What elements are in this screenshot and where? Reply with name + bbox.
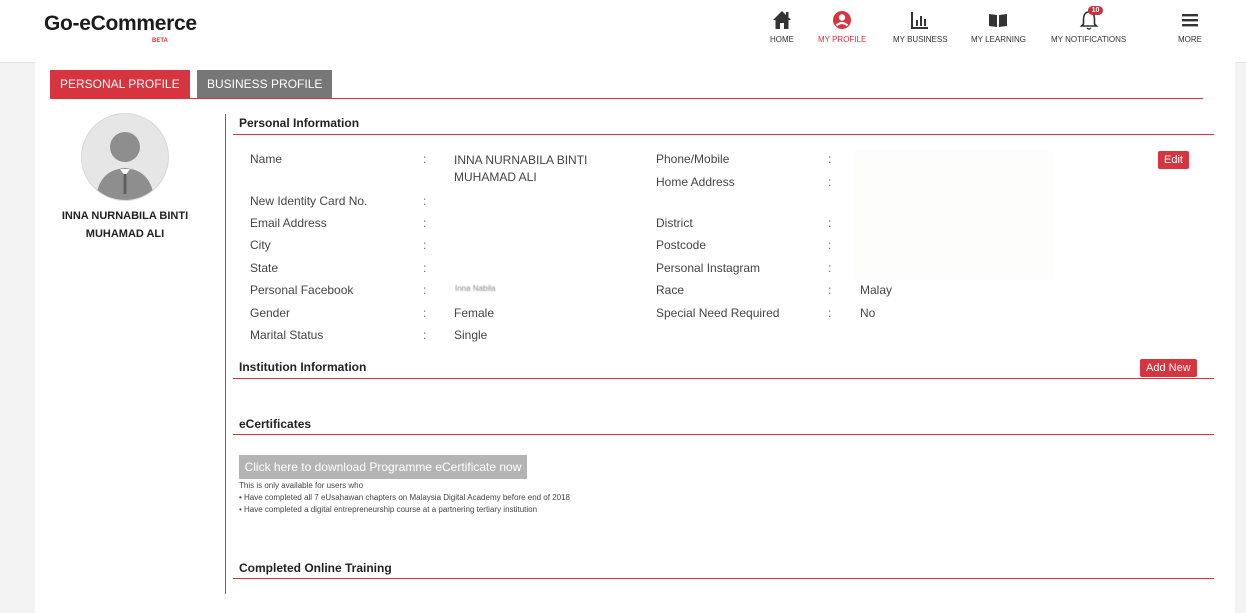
nav-home[interactable]: HOME (770, 8, 794, 44)
institution-information-rule (233, 378, 1214, 379)
field-value-special-need: No (860, 306, 876, 320)
colon: : (828, 306, 832, 320)
colon: : (423, 152, 427, 166)
field-label-state: State (250, 261, 279, 275)
field-label-home-address: Home Address (656, 175, 735, 189)
field-label-gender: Gender (250, 306, 291, 320)
add-new-button[interactable]: Add New (1140, 359, 1197, 377)
colon: : (828, 216, 832, 230)
colon: : (828, 152, 832, 166)
ecert-bullet: • Have completed a digital entrepreneurs… (239, 505, 538, 514)
field-label-phone: Phone/Mobile (656, 152, 730, 166)
colon: : (423, 216, 427, 230)
section-divider (225, 114, 226, 594)
chart-icon (911, 12, 929, 29)
nav-my-learning-label: MY LEARNING (971, 35, 1026, 44)
profile-icon (833, 11, 852, 29)
ecert-bullet: • Have completed all 7 eUsahawan chapter… (239, 493, 570, 502)
field-label-race: Race (656, 283, 685, 297)
nav-more-label: MORE (1178, 35, 1202, 44)
colon: : (423, 194, 427, 208)
colon: : (828, 261, 832, 275)
field-label-marital: Marital Status (250, 328, 324, 342)
tab-personal-profile[interactable]: PERSONAL PROFILE (50, 70, 190, 98)
nav-my-business-label: MY BUSINESS (893, 35, 948, 44)
completed-online-training-title: Completed Online Training (239, 561, 392, 575)
tab-underline (50, 98, 1203, 99)
colon: : (423, 328, 427, 342)
personal-information-rule (233, 134, 1214, 135)
colon: : (423, 306, 427, 320)
beta-label: BETA (152, 38, 168, 44)
field-label-city: City (250, 238, 271, 252)
nav-home-label: HOME (770, 35, 794, 44)
field-label-facebook: Personal Facebook (250, 283, 354, 297)
ecertificates-title: eCertificates (239, 417, 312, 431)
user-silhouette-icon (96, 132, 154, 200)
completed-online-training-rule (233, 578, 1214, 579)
colon: : (828, 238, 832, 252)
field-label-ic: New Identity Card No. (250, 194, 368, 208)
tab-business-profile[interactable]: BUSINESS PROFILE (197, 70, 333, 98)
ecertificates-rule (233, 434, 1214, 435)
edit-button[interactable]: Edit (1158, 151, 1189, 169)
personal-information-title: Personal Information (239, 116, 360, 130)
nav-more[interactable]: MORE (1178, 8, 1202, 44)
field-label-postcode: Postcode (656, 238, 707, 252)
colon: : (423, 238, 427, 252)
avatar (81, 113, 169, 201)
nav-my-learning[interactable]: MY LEARNING (971, 8, 1026, 44)
nav-my-notifications[interactable]: 10 MY NOTIFICATIONS (1051, 6, 1127, 44)
profile-display-name: INNA NURNABILA BINTI MUHAMAD ALI (61, 210, 189, 240)
ecert-availability-note: This is only available for users who (239, 481, 364, 490)
notification-count-badge: 10 (1087, 6, 1104, 15)
download-ecertificate-button[interactable]: Click here to download Programme eCertif… (239, 455, 527, 479)
nav-my-business[interactable]: MY BUSINESS (893, 8, 948, 44)
field-value-race: Malay (860, 283, 893, 297)
field-value-marital: Single (454, 328, 488, 342)
profile-card: PERSONAL PROFILE BUSINESS PROFILE INNA N… (35, 62, 1235, 613)
app-logo[interactable]: Go-eCommerce (44, 12, 197, 36)
nav-my-profile-label: MY PROFILE (818, 35, 867, 44)
field-value-facebook: Inna Nabila (455, 284, 496, 293)
home-icon (773, 11, 791, 29)
institution-information-title: Institution Information (239, 360, 367, 374)
top-navigation-bar: Go-eCommerce BETA HOME MY PROFILE MY BUS… (0, 0, 1246, 63)
nav-my-profile[interactable]: MY PROFILE (818, 8, 866, 44)
colon: : (423, 261, 427, 275)
colon: : (423, 283, 427, 297)
ecert-bullet-text: Have completed a digital entrepreneurshi… (244, 505, 538, 514)
field-label-email: Email Address (250, 216, 327, 230)
field-value-name: INNA NURNABILA BINTI MUHAMAD ALI (454, 153, 588, 184)
nav-my-notifications-label: MY NOTIFICATIONS (1051, 35, 1127, 44)
ecert-bullet-text: Have completed all 7 eUsahawan chapters … (244, 493, 570, 502)
field-label-name: Name (250, 152, 283, 166)
field-value-gender: Female (454, 306, 495, 320)
colon: : (828, 283, 832, 297)
redacted-area (853, 150, 1053, 280)
field-label-district: District (656, 216, 693, 230)
colon: : (828, 175, 832, 189)
field-label-instagram: Personal Instagram (656, 261, 761, 275)
book-icon (989, 14, 1008, 27)
field-label-special-need: Special Need Required (656, 306, 780, 320)
menu-icon (1182, 14, 1198, 27)
